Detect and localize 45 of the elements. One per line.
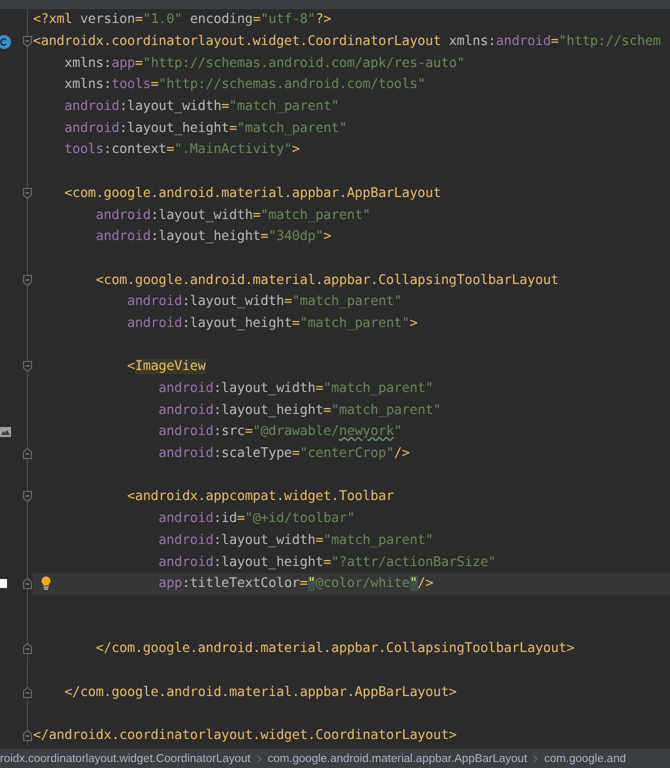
code-line: android:src="@drawable/newyork"	[158, 424, 402, 440]
fold-marker-icon[interactable]	[23, 448, 32, 460]
code-line: <com.google.android.material.appbar.CollapsingToolbarLayout	[94, 272, 559, 288]
code-line: android:layout_height="340dp">	[94, 229, 332, 244]
code-line: android:layout_height="?attr/actionBarSize"	[158, 554, 496, 570]
code-line: xmlns:tools="http://schemas.android.com/tools"	[63, 77, 426, 92]
breadcrumb-item[interactable]: com.google.and	[544, 752, 626, 764]
code-line: </com.google.android.material.appbar.CollapsingToolbarLayout>	[94, 641, 574, 656]
fold-marker-icon[interactable]	[23, 36, 32, 48]
image-icon[interactable]	[0, 426, 11, 437]
fold-marker-icon[interactable]	[23, 643, 32, 654]
code-line: </androidx.coordinatorlayout.widget.CoordinatorLayout>	[33, 728, 457, 744]
code-line: <androidx.appcompat.widget.Toolbar	[126, 489, 394, 504]
code-line: tools:context=".MainActivity">	[63, 142, 300, 158]
chevron-icon	[256, 754, 262, 762]
fold-marker-icon[interactable]	[23, 491, 32, 502]
code-line: android:layout_width="match_parent"	[126, 294, 402, 310]
breadcrumb-item[interactable]: com.google.android.material.appbar.AppBarLayout	[268, 752, 528, 764]
fold-marker-icon[interactable]	[23, 361, 32, 372]
code-line: xmlns:app="http://schemas.android.com/apk/res-auto"	[63, 56, 465, 71]
code-line: <com.google.android.material.appbar.AppBarLayout	[63, 186, 441, 201]
code-line: app:titleTextColor="@color/white"/>	[158, 576, 434, 592]
code-line: android:layout_height="match_parent"	[158, 402, 441, 418]
lightbulb-icon[interactable]	[41, 576, 51, 590]
code-line: android:layout_width="match_parent"	[63, 99, 340, 114]
breadcrumb-item[interactable]: roidx.coordinatorlayout.widget.CoordinatorLayout	[0, 752, 251, 764]
code-line: android:id="@+id/toolbar"	[158, 511, 355, 526]
fold-marker-icon[interactable]	[23, 686, 32, 698]
code-line: android:layout_height="match_parent">	[126, 316, 418, 331]
code-line: android:scaleType="centerCrop"/>	[158, 446, 410, 462]
code-line: <ImageView	[126, 359, 206, 374]
code-line: android:layout_width="match_parent"	[94, 208, 370, 223]
color-swatch-icon[interactable]	[0, 579, 7, 588]
fold-marker-icon[interactable]	[23, 730, 32, 742]
code-line: </com.google.android.material.appbar.AppBarLayout>	[63, 684, 457, 700]
chevron-icon	[533, 754, 538, 762]
code-line: <androidx.coordinatorlayout.widget.CoordinatorLayout xmlns:android="http://schem	[33, 34, 661, 50]
fold-marker-icon[interactable]	[23, 188, 32, 199]
code-line: android:layout_width="match_parent"	[158, 381, 434, 396]
fold-marker-icon[interactable]	[23, 578, 32, 590]
code-line: android:layout_height="match_parent"	[63, 120, 347, 136]
code-line: <?xml version="1.0" encoding="utf-8"?>	[33, 12, 332, 28]
class-icon[interactable]	[0, 34, 11, 49]
code-line: android:layout_width="match_parent"	[158, 532, 434, 548]
fold-marker-icon[interactable]	[23, 274, 32, 286]
